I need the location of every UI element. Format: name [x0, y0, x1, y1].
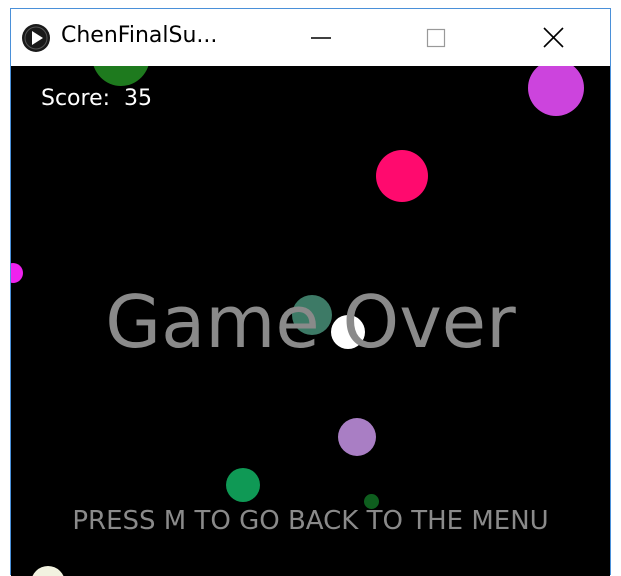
ball-green: [226, 468, 260, 502]
game-over-text: Game Over: [105, 280, 516, 364]
ball-purple-top-right: [528, 66, 584, 116]
game-canvas[interactable]: Score: 35 Game Over PRESS M TO GO BACK TO…: [11, 66, 610, 576]
ball-lavender: [338, 418, 376, 456]
ball-pink: [376, 150, 428, 202]
close-button[interactable]: [524, 9, 584, 66]
app-play-icon: [21, 23, 51, 53]
menu-hint-text: PRESS M TO GO BACK TO THE MENU: [72, 506, 549, 536]
app-window: ChenFinalSu... Score: 35 Game Over PRESS…: [10, 8, 611, 576]
score-value: 35: [124, 86, 153, 111]
ball-dark-green-top: [92, 66, 150, 86]
title-bar[interactable]: ChenFinalSu...: [11, 9, 610, 66]
window-title: ChenFinalSu...: [61, 23, 218, 48]
minimize-button[interactable]: [291, 9, 351, 66]
score-display: Score: 35: [41, 86, 152, 111]
ball-magenta-left-edge: [11, 263, 23, 283]
score-label: Score:: [41, 86, 111, 111]
maximize-button[interactable]: [406, 9, 466, 66]
